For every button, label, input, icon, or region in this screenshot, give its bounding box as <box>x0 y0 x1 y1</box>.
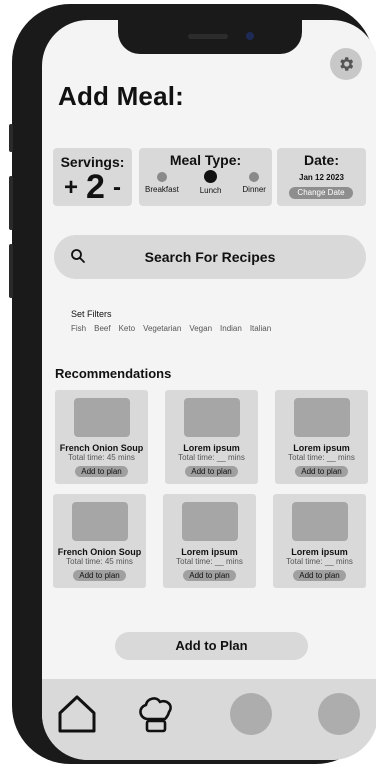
filter-vegan[interactable]: Vegan <box>189 324 212 333</box>
recipe-image <box>292 502 348 541</box>
add-to-plan-button[interactable]: Add to plan <box>183 570 236 581</box>
recipe-card[interactable]: Lorem ipsum Total time: __ mins Add to p… <box>163 494 256 588</box>
meal-type-options: Breakfast Lunch Dinner <box>145 170 266 195</box>
speaker <box>188 34 228 39</box>
recipe-card[interactable]: Lorem ipsum Total time: __ mins Add to p… <box>165 390 258 484</box>
recipe-time: Total time: 45 mins <box>68 453 135 462</box>
recommendations-title: Recommendations <box>55 366 172 381</box>
filter-fish[interactable]: Fish <box>71 324 86 333</box>
recipe-time: Total time: 45 mins <box>66 557 133 566</box>
radio-unselected <box>249 172 260 182</box>
meal-type-option-dinner[interactable]: Dinner <box>242 170 266 195</box>
app-screen: Add Meal: Servings: + 2 - Meal Type: Bre… <box>42 20 376 760</box>
filter-list: Fish Beef Keto Vegetarian Vegan Indian I… <box>71 324 271 333</box>
add-to-plan-button[interactable]: Add to plan <box>293 570 346 581</box>
add-to-plan-main-button[interactable]: Add to Plan <box>115 632 308 660</box>
radio-selected <box>204 170 218 183</box>
add-to-plan-button[interactable]: Add to plan <box>75 466 128 477</box>
mute-switch <box>9 124 13 152</box>
recipe-name: French Onion Soup <box>59 443 144 453</box>
volume-down-button <box>9 244 13 298</box>
servings-value: 2 <box>86 168 105 206</box>
recipe-image <box>72 502 128 541</box>
recipe-card[interactable]: Lorem ipsum Total time: __ mins Add to p… <box>275 390 368 484</box>
add-to-plan-button[interactable]: Add to plan <box>73 570 126 581</box>
filters-title: Set Filters <box>71 309 112 319</box>
meal-type-card: Meal Type: Breakfast Lunch Dinner <box>139 148 272 206</box>
recipe-image <box>294 398 350 437</box>
recipe-time: Total time: __ mins <box>288 453 355 462</box>
recipe-name: Lorem ipsum <box>181 547 238 557</box>
phone-frame: Add Meal: Servings: + 2 - Meal Type: Bre… <box>9 4 376 764</box>
recipe-image <box>182 502 238 541</box>
servings-card: Servings: + 2 - <box>53 148 132 206</box>
home-icon <box>58 695 96 733</box>
chef-hat-icon <box>139 697 172 733</box>
radio-unselected <box>156 172 167 182</box>
servings-plus-button[interactable]: + <box>64 174 78 202</box>
recipe-time: Total time: __ mins <box>286 557 353 566</box>
recipe-time: Total time: __ mins <box>178 453 245 462</box>
recipe-card[interactable]: Lorem ipsum Total time: __ mins Add to p… <box>273 494 366 588</box>
change-date-button[interactable]: Change Date <box>289 187 353 199</box>
filter-keto[interactable]: Keto <box>119 324 135 333</box>
camera <box>246 32 254 40</box>
search-label: Search For Recipes <box>144 249 276 265</box>
option-label: Breakfast <box>145 185 179 194</box>
search-recipes-button[interactable]: Search For Recipes <box>54 235 366 279</box>
meal-type-option-breakfast[interactable]: Breakfast <box>145 170 179 195</box>
meal-type-label: Meal Type: <box>169 152 242 168</box>
recipe-name: Lorem ipsum <box>293 443 350 453</box>
add-to-plan-button[interactable]: Add to plan <box>295 466 348 477</box>
servings-minus-button[interactable]: - <box>113 174 121 202</box>
nav-home[interactable] <box>56 693 98 735</box>
nav-button-3[interactable] <box>230 693 272 735</box>
volume-up-button <box>9 176 13 230</box>
date-card: Date: Jan 12 2023 Change Date <box>277 148 366 206</box>
nav-button-4[interactable] <box>318 693 360 735</box>
recipe-image <box>74 398 130 437</box>
recipe-name: Lorem ipsum <box>183 443 240 453</box>
recipe-time: Total time: __ mins <box>176 557 243 566</box>
recipe-name: Lorem ipsum <box>291 547 348 557</box>
notch <box>118 20 302 54</box>
date-value: Jan 12 2023 <box>299 173 344 182</box>
filter-indian[interactable]: Indian <box>220 324 242 333</box>
add-to-plan-button[interactable]: Add to plan <box>185 466 238 477</box>
filter-beef[interactable]: Beef <box>94 324 110 333</box>
bottom-nav <box>42 679 376 760</box>
settings-button[interactable] <box>330 48 362 80</box>
filter-vegetarian[interactable]: Vegetarian <box>143 324 181 333</box>
filter-italian[interactable]: Italian <box>250 324 271 333</box>
recipe-image <box>184 398 240 437</box>
servings-stepper: + 2 - <box>53 168 132 207</box>
recipe-name: French Onion Soup <box>57 547 142 557</box>
option-label: Lunch <box>199 186 222 195</box>
nav-recipes[interactable] <box>135 693 177 735</box>
recipe-card[interactable]: French Onion Soup Total time: 45 mins Ad… <box>55 390 148 484</box>
option-label: Dinner <box>242 185 266 194</box>
date-label: Date: <box>303 152 339 168</box>
meal-type-option-lunch[interactable]: Lunch <box>200 170 222 195</box>
page-title: Add Meal: <box>58 81 185 111</box>
gear-icon <box>340 57 354 71</box>
recipe-card[interactable]: French Onion Soup Total time: 45 mins Ad… <box>53 494 146 588</box>
